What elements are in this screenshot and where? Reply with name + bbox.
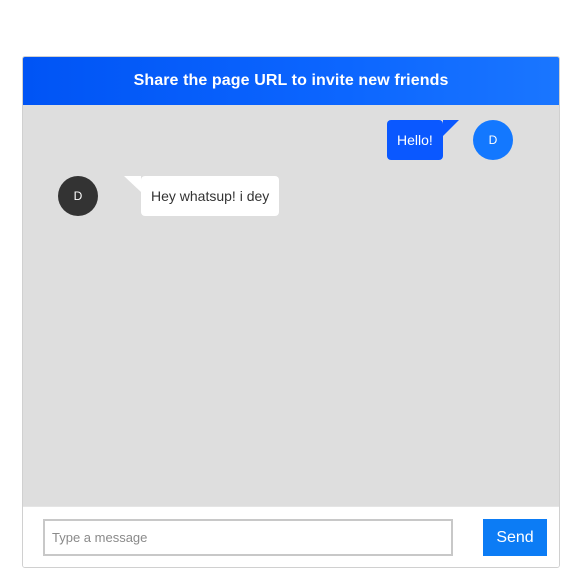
send-button[interactable]: Send [483, 519, 547, 556]
message-input[interactable] [43, 519, 453, 556]
sent-message-bubble: Hello! [387, 120, 459, 160]
friend-avatar-letter: D [73, 189, 83, 203]
chat-header: Share the page URL to invite new friends [23, 57, 559, 105]
message-list[interactable]: Hello! D D Hey whatsup! i dey [23, 105, 559, 506]
sent-message-text: Hello! [397, 132, 433, 148]
received-message-text: Hey whatsup! i dey [151, 188, 270, 204]
chat-window: Share the page URL to invite new friends… [22, 56, 560, 568]
header-title: Share the page URL to invite new friends [133, 72, 449, 89]
received-message-bubble: Hey whatsup! i dey [123, 176, 280, 216]
my-avatar-letter: D [488, 133, 498, 147]
my-avatar: D [473, 120, 513, 160]
friend-avatar: D [58, 176, 98, 216]
message-composer: Send [23, 506, 559, 567]
